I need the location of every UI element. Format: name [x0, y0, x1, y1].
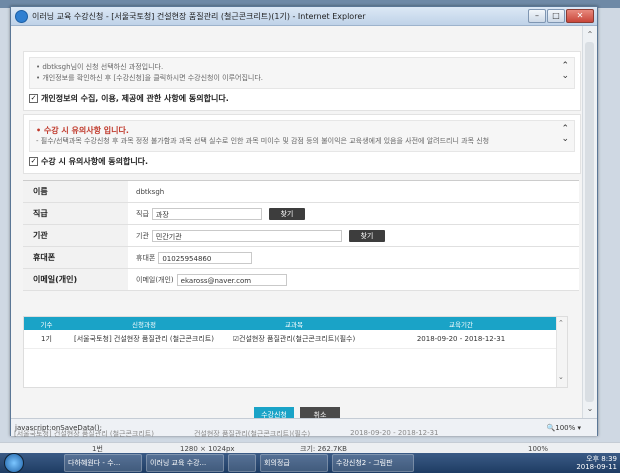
period-cell: 2018-09-20 - 2018-12-31	[416, 335, 506, 343]
email-input[interactable]: ekaross@naver.com	[176, 273, 287, 286]
privacy-consent-checkbox[interactable]: ✓	[29, 94, 38, 103]
course-cell: [서울국토청] 건설현장 품질관리 (철근콘크리트)	[74, 335, 214, 343]
taskbar-item[interactable]: 회의정급	[260, 454, 328, 472]
privacy-consent-label: 개인정보의 수집, 이용, 제공에 관한 사항에 동의합니다.	[41, 94, 229, 103]
window-titlebar[interactable]: 이러닝 교육 수강신청 - [서울국토청] 건설현장 품질관리 (철근콘크리트)…	[11, 7, 597, 26]
window-controls: – □ ✕	[528, 9, 594, 23]
scroll-up-icon[interactable]: ⌃	[583, 28, 597, 42]
scroll-down-icon[interactable]: ⌄	[561, 134, 569, 144]
privacy-consent[interactable]: ✓ 개인정보의 수집, 이용, 제공에 관한 사항에 동의합니다.	[24, 89, 580, 110]
selection-notice-text: • dbtksgh님이 신청 선택하신 과정입니다. • 개인정보를 확인하신 …	[29, 57, 575, 89]
close-button[interactable]: ✕	[566, 9, 594, 23]
window-title: 이러닝 교육 수강신청 - [서울국토청] 건설현장 품질관리 (철근콘크리트)…	[32, 11, 366, 21]
phone-input[interactable]: 01025954860	[158, 251, 253, 264]
org-input[interactable]: 민간기관	[151, 229, 342, 242]
table-scrollbar[interactable]: ⌃ ⌄	[556, 317, 567, 387]
clock-time: 오후 8:39	[586, 455, 617, 463]
maximize-button[interactable]: □	[547, 9, 565, 23]
caution-consent-checkbox[interactable]: ✓	[29, 157, 38, 166]
column-header: 신청과정	[132, 320, 156, 329]
scroll-up-icon[interactable]: ⌃	[561, 61, 569, 71]
applicant-form: 이름 dbtksgh 직급 직급 과장 찾기 기관 기관 민간기관 찾기 휴대폰…	[23, 180, 579, 291]
caution-consent[interactable]: ✓ 수강 시 유의사항에 동의합니다.	[24, 152, 580, 173]
scroll-down-icon[interactable]: ⌄	[583, 402, 597, 416]
position-prefix: 직급	[136, 209, 149, 218]
form-row-org: 기관 기관 민간기관 찾기	[23, 225, 579, 247]
viewer-status-cell: 1번	[92, 444, 103, 453]
caution-notice-text: • 수강 시 유의사항 입니다. - 필수/선택과목 수강신청 후 과목 정정 …	[29, 120, 575, 152]
scrollbar-thumb[interactable]	[585, 42, 594, 402]
org-label: 기관	[23, 225, 128, 246]
course-table: 기수 신청과정 교과목 교육기간 1기 [서울국토청] 건설현장 품질관리 (철…	[23, 316, 568, 388]
caution-heading: • 수강 시 유의사항 입니다.	[36, 126, 129, 135]
scroll-down-icon[interactable]: ⌄	[558, 373, 564, 381]
taskbar-item[interactable]: 이러닝 교육 수강...	[146, 454, 224, 472]
taskbar-item[interactable]: 다하혜원다 - 수...	[64, 454, 142, 472]
org-prefix: 기관	[136, 231, 149, 240]
table-row[interactable]: 1기 [서울국토청] 건설현장 품질관리 (철근콘크리트) ☑건설현장 품질관리…	[24, 330, 567, 349]
subject-cell[interactable]: ☑건설현장 품질관리(철근콘크리트)(필수)	[219, 334, 369, 344]
start-button[interactable]	[4, 453, 24, 473]
viewer-status-cell: 크기: 262.7KB	[300, 444, 347, 453]
course-table-header: 기수 신청과정 교과목 교육기간	[24, 317, 567, 330]
column-header: 교과목	[285, 320, 303, 329]
minimize-button[interactable]: –	[528, 9, 546, 23]
viewer-status-cell: 1280 × 1024px	[180, 444, 235, 453]
background-subject: 건설현장 품질관리(철근콘크리트)(필수)	[193, 430, 311, 438]
phone-prefix: 휴대폰	[136, 253, 156, 262]
windows-taskbar: 다하혜원다 - 수... 이러닝 교육 수강... 회의정급 수강신청2 - 그…	[0, 453, 620, 473]
notice-line: • dbtksgh님이 신청 선택하신 과정입니다.	[36, 63, 164, 71]
selection-notice-box: • dbtksgh님이 신청 선택하신 과정입니다. • 개인정보를 확인하신 …	[23, 51, 581, 111]
viewer-zoom[interactable]: 100%	[528, 445, 548, 453]
form-row-name: 이름 dbtksgh	[23, 181, 579, 203]
cancel-button[interactable]: 취소	[300, 407, 340, 418]
org-find-button[interactable]: 찾기	[348, 229, 385, 242]
ie-popup-window: 이러닝 교육 수강신청 - [서울국토청] 건설현장 품질관리 (철근콘크리트)…	[10, 6, 598, 436]
scroll-up-icon[interactable]: ⌃	[558, 319, 564, 327]
position-find-button[interactable]: 찾기	[268, 207, 305, 220]
background-table-row: [서울국토청] 건설현장 품질관리 (철근콘크리트) 건설현장 품질관리(철근콘…	[14, 429, 594, 439]
email-label: 이메일(개인)	[23, 269, 128, 290]
clock-date: 2018-09-11	[576, 463, 617, 471]
form-row-position: 직급 직급 과장 찾기	[23, 203, 579, 225]
position-input[interactable]: 과장	[151, 207, 262, 220]
background-period: 2018-09-20 - 2018-12-31	[350, 429, 439, 437]
column-header: 교육기간	[449, 320, 473, 329]
caution-notice-box: • 수강 시 유의사항 입니다. - 필수/선택과목 수강신청 후 과목 정정 …	[23, 114, 581, 174]
action-buttons: 수강신청 취소	[11, 407, 583, 418]
scroll-up-icon[interactable]: ⌃	[561, 124, 569, 134]
form-row-email: 이메일(개인) 이메일(개인) ekaross@naver.com	[23, 269, 579, 291]
phone-label: 휴대폰	[23, 247, 128, 268]
internet-explorer-icon	[15, 9, 28, 23]
background-course: [서울국토청] 건설현장 품질관리 (철근콘크리트)	[14, 430, 154, 438]
taskbar-item[interactable]	[228, 454, 256, 472]
scroll-down-icon[interactable]: ⌄	[561, 71, 569, 81]
column-header: 기수	[40, 320, 53, 329]
name-value: dbtksgh	[136, 187, 165, 196]
form-row-phone: 휴대폰 휴대폰 01025954860	[23, 247, 579, 269]
name-label: 이름	[23, 181, 128, 202]
cohort-cell: 1기	[41, 335, 52, 343]
notice-line: • 개인정보를 확인하신 후 [수강신청]을 클릭하시면 수강신청이 이루어집니…	[36, 74, 264, 82]
page-scrollbar[interactable]: ⌃ ⌄	[582, 26, 597, 418]
caution-line: - 필수/선택과목 수강신청 후 과목 정정 불가함과 과목 선택 실수로 인한…	[36, 137, 490, 145]
taskbar-item[interactable]: 수강신청2 - 그림판	[332, 454, 414, 472]
system-tray: 오후 8:39 2018-09-11	[576, 455, 617, 471]
apply-button[interactable]: 수강신청	[254, 407, 294, 418]
position-label: 직급	[23, 203, 128, 224]
email-prefix: 이메일(개인)	[136, 275, 174, 284]
page-content: • dbtksgh님이 신청 선택하신 과정입니다. • 개인정보를 확인하신 …	[11, 26, 583, 418]
caution-consent-label: 수강 시 유의사항에 동의합니다.	[41, 157, 149, 166]
